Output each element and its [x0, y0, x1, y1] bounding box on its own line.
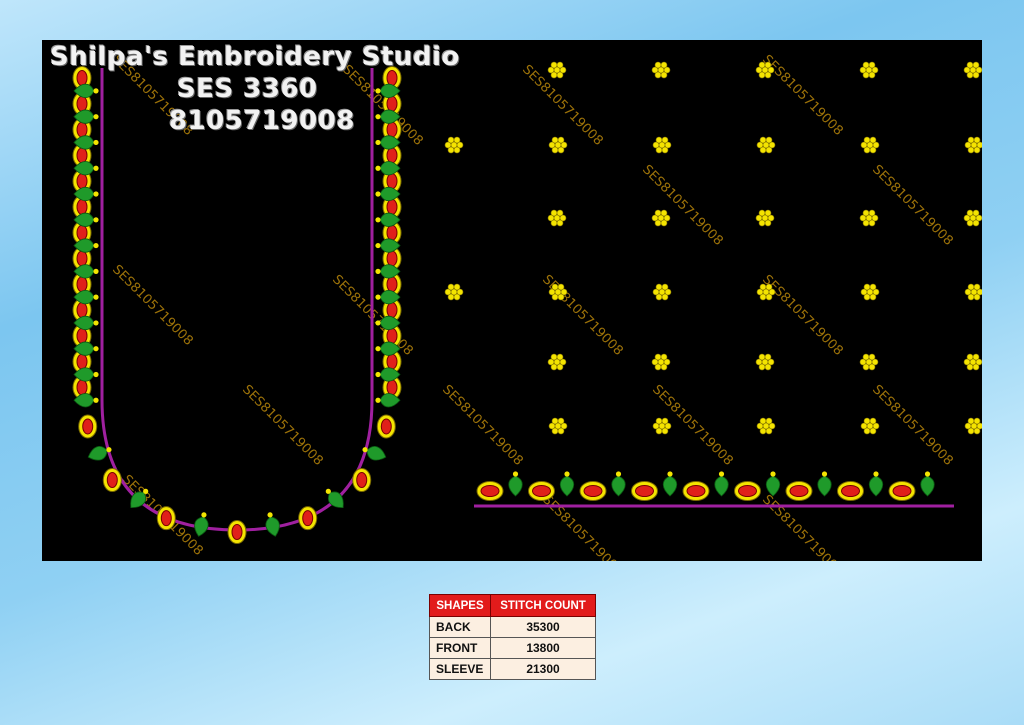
red-stone-motif: [631, 481, 658, 501]
gold-flower-motif: [756, 417, 776, 435]
table-header-row: SHAPES STITCH COUNT: [429, 594, 596, 617]
gold-flower-motif: [964, 136, 982, 154]
stitch-count: 35300: [490, 616, 596, 638]
red-stone-motif: [102, 468, 122, 493]
shapes-header: SHAPES: [429, 594, 491, 617]
red-stone-motif: [156, 506, 176, 531]
gold-flower-motif: [963, 61, 982, 79]
green-leaf-motif: [559, 471, 575, 497]
gold-flower-motif: [651, 209, 671, 227]
gold-flower-motif: [444, 283, 464, 301]
watermark-text: SES8105719008: [759, 272, 846, 359]
red-stone-motif: [579, 481, 607, 501]
gold-flower-motif: [964, 283, 982, 301]
red-stone-motif: [78, 414, 98, 439]
gold-flower-motif: [651, 353, 671, 371]
gold-flower-motif: [860, 417, 880, 435]
red-stone-motif: [376, 414, 396, 439]
gold-flower-motif: [859, 61, 879, 79]
stitch-count-table: SHAPES STITCH COUNT BACK 35300 FRONT 138…: [429, 594, 596, 680]
shape-name: FRONT: [429, 637, 491, 659]
gold-flower-motif: [651, 61, 671, 79]
green-leaf-motif: [920, 471, 935, 497]
green-leaf-motif: [714, 471, 729, 497]
watermark-text: SES8105719008: [239, 382, 326, 469]
gold-flower-motif: [860, 283, 880, 301]
green-leaf-motif: [611, 471, 626, 497]
red-stone-motif: [682, 481, 710, 501]
gold-flower-motif: [548, 417, 568, 435]
watermark-text: SES8105719008: [759, 492, 846, 561]
red-stone-motif: [888, 481, 916, 501]
watermark-text: SES8105719008: [869, 382, 956, 469]
watermark-text: SES8105719008: [759, 52, 846, 139]
table-row: BACK 35300: [429, 616, 596, 638]
gold-flower-motif: [963, 353, 982, 371]
red-stone-motif: [352, 468, 372, 493]
red-stone-motif: [837, 481, 864, 501]
design-code: SES 3360: [177, 74, 318, 104]
green-leaf-motif: [508, 471, 523, 497]
watermark-text: SES8105719008: [109, 262, 196, 349]
gold-flower-motif: [756, 136, 776, 154]
red-stone-motif: [785, 481, 813, 501]
green-leaf-motif: [265, 512, 280, 537]
gold-flower-motif: [859, 209, 879, 227]
green-leaf-motif: [765, 471, 781, 497]
watermark-text: SES8105719008: [539, 492, 626, 561]
studio-phone: 8105719008: [169, 106, 355, 136]
watermark-text: SES8105719008: [439, 382, 526, 469]
watermark-text: SES8105719008: [869, 162, 956, 249]
gold-flower-motif: [652, 417, 672, 435]
green-leaf-motif: [662, 471, 678, 497]
embroidery-design-canvas: SES8105719008 SES8105719008 SES8105719008 S…: [42, 40, 982, 561]
gold-flower-motif: [652, 283, 672, 301]
gold-flower-motif: [755, 209, 775, 227]
gold-flower-motif: [547, 353, 567, 371]
gold-flower-motif: [548, 136, 568, 154]
table-row: SLEEVE 21300: [429, 658, 596, 680]
stitch-count-header: STITCH COUNT: [490, 594, 596, 617]
red-stone-motif: [476, 481, 504, 501]
red-stone-motif: [528, 481, 555, 501]
gold-flower-motif: [859, 353, 879, 371]
green-leaf-motif: [194, 512, 209, 537]
gold-flower-motif: [444, 136, 464, 154]
gold-flower-motif: [755, 353, 775, 371]
gold-flower-motif: [860, 136, 880, 154]
red-stone-motif: [227, 520, 247, 544]
stitch-count: 13800: [490, 637, 596, 659]
red-stone-motif: [734, 481, 761, 501]
watermark-text: SES8105719008: [639, 162, 726, 249]
green-leaf-motif: [868, 471, 884, 497]
stitch-count: 21300: [490, 658, 596, 680]
table-row: FRONT 13800: [429, 637, 596, 659]
gold-flower-motif: [963, 209, 982, 227]
gold-flower-motif: [964, 417, 982, 435]
green-leaf-motif: [817, 471, 832, 497]
gold-flower-motif: [547, 61, 567, 79]
watermark-text: SES8105719008: [539, 272, 626, 359]
gold-flower-motif: [547, 209, 567, 227]
shape-name: SLEEVE: [429, 658, 491, 680]
shape-name: BACK: [429, 616, 491, 638]
front-flower-pattern: [444, 61, 982, 435]
red-stone-motif: [298, 506, 318, 531]
gold-flower-motif: [652, 136, 672, 154]
studio-name: Shilpa's Embroidery Studio: [50, 42, 460, 72]
